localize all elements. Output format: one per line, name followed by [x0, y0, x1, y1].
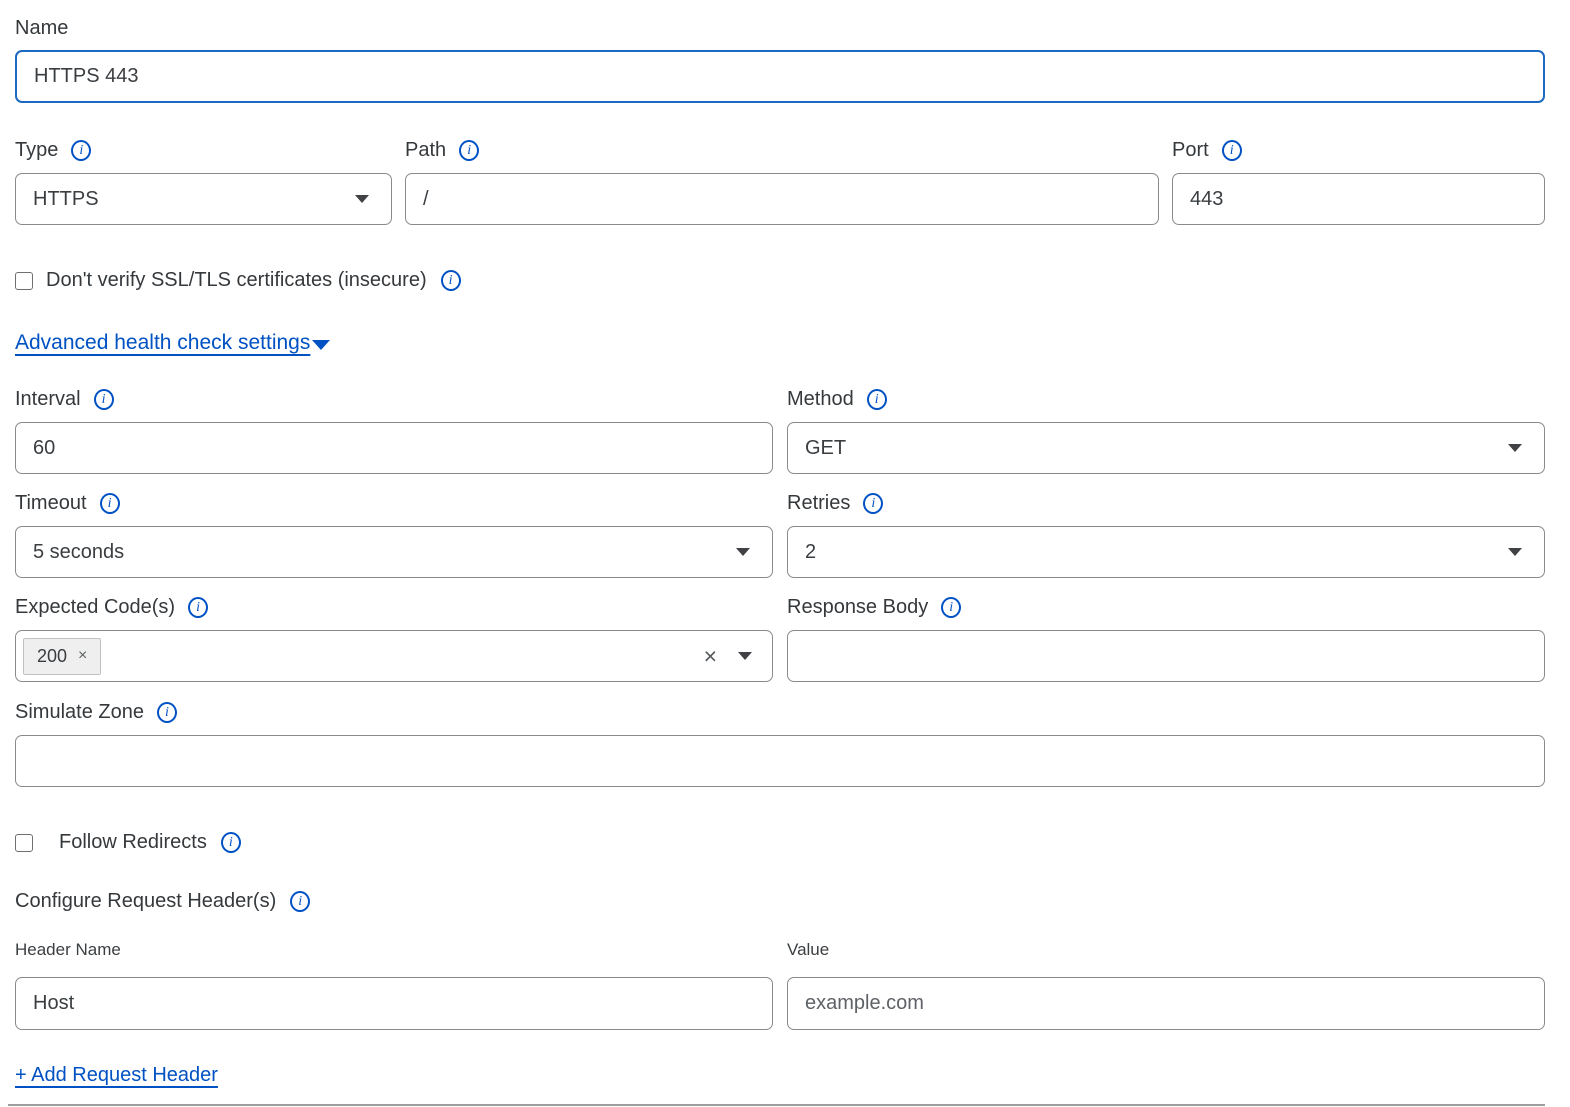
response-body-info-icon[interactable]: i	[941, 597, 961, 618]
retries-label: Retries	[787, 492, 850, 515]
chevron-down-icon	[355, 195, 369, 203]
simulate-zone-input[interactable]	[15, 735, 1545, 787]
interval-field: Interval i	[15, 388, 773, 474]
type-field: Type i HTTPS	[15, 139, 392, 225]
method-field: Method i GET	[787, 388, 1545, 474]
retries-select[interactable]: 2	[787, 526, 1545, 578]
expected-codes-multiselect[interactable]: 200 × ×	[15, 630, 773, 682]
expected-codes-field: Expected Code(s) i 200 × ×	[15, 596, 773, 682]
timeout-label: Timeout	[15, 492, 87, 515]
add-request-header-link[interactable]: + Add Request Header	[15, 1064, 218, 1086]
path-info-icon[interactable]: i	[459, 140, 479, 161]
verify-ssl-label: Don't verify SSL/TLS certificates (insec…	[46, 269, 427, 292]
configure-headers-label: Configure Request Header(s)	[15, 890, 276, 913]
path-field: Path i	[405, 139, 1159, 225]
type-select-value: HTTPS	[33, 188, 99, 211]
chevron-down-icon[interactable]	[738, 652, 752, 660]
advanced-settings-link[interactable]: Advanced health check settings	[15, 331, 310, 355]
simulate-zone-field: Simulate Zone i	[15, 701, 1545, 787]
chevron-down-icon	[736, 548, 750, 556]
timeout-select[interactable]: 5 seconds	[15, 526, 773, 578]
simulate-zone-label: Simulate Zone	[15, 701, 144, 724]
follow-redirects-checkbox[interactable]	[15, 834, 33, 852]
header-value-field: Value	[787, 940, 1545, 1030]
retries-select-value: 2	[805, 541, 816, 564]
method-select[interactable]: GET	[787, 422, 1545, 474]
name-label: Name	[15, 17, 68, 40]
response-body-field: Response Body i	[787, 596, 1545, 682]
header-name-input[interactable]	[15, 977, 773, 1030]
follow-redirects-row: Follow Redirects i	[15, 831, 1545, 854]
timeout-select-value: 5 seconds	[33, 541, 124, 564]
health-check-form: Name Type i HTTPS Path i Port i	[15, 0, 1545, 1106]
type-info-icon[interactable]: i	[71, 140, 91, 161]
method-info-icon[interactable]: i	[867, 389, 887, 410]
type-select[interactable]: HTTPS	[15, 173, 392, 225]
interval-label: Interval	[15, 388, 81, 411]
triangle-down-icon	[312, 340, 330, 350]
port-field: Port i	[1172, 139, 1545, 225]
type-label: Type	[15, 139, 58, 162]
header-value-input[interactable]	[787, 977, 1545, 1030]
retries-info-icon[interactable]: i	[863, 493, 883, 514]
section-divider	[8, 1104, 1545, 1106]
interval-info-icon[interactable]: i	[94, 389, 114, 410]
follow-redirects-info-icon[interactable]: i	[221, 832, 241, 853]
configure-headers-info-icon[interactable]: i	[290, 891, 310, 912]
verify-ssl-checkbox[interactable]	[15, 272, 33, 290]
path-label: Path	[405, 139, 446, 162]
response-body-input[interactable]	[787, 630, 1545, 682]
timeout-field: Timeout i 5 seconds	[15, 492, 773, 578]
method-select-value: GET	[805, 437, 846, 460]
method-label: Method	[787, 388, 854, 411]
follow-redirects-label: Follow Redirects	[59, 831, 207, 854]
name-input[interactable]	[15, 50, 1545, 103]
chevron-down-icon	[1508, 444, 1522, 452]
name-field: Name	[15, 17, 1545, 103]
path-input[interactable]	[405, 173, 1159, 225]
header-name-label: Header Name	[15, 940, 773, 960]
chevron-down-icon	[1508, 548, 1522, 556]
verify-ssl-row: Don't verify SSL/TLS certificates (insec…	[15, 269, 1545, 292]
code-tag: 200 ×	[23, 638, 101, 675]
response-body-label: Response Body	[787, 596, 928, 619]
header-name-field: Header Name	[15, 940, 773, 1030]
header-value-label: Value	[787, 940, 1545, 960]
expected-codes-label: Expected Code(s)	[15, 596, 175, 619]
port-info-icon[interactable]: i	[1222, 140, 1242, 161]
port-label: Port	[1172, 139, 1209, 162]
retries-field: Retries i 2	[787, 492, 1545, 578]
advanced-settings-row: Advanced health check settings	[15, 331, 1545, 355]
code-tag-value: 200	[37, 646, 67, 667]
verify-ssl-info-icon[interactable]: i	[441, 270, 461, 291]
configure-headers-row: Configure Request Header(s) i	[15, 890, 1545, 913]
add-header-row: + Add Request Header	[15, 1064, 1545, 1087]
port-input[interactable]	[1172, 173, 1545, 225]
interval-input[interactable]	[15, 422, 773, 474]
clear-all-icon[interactable]: ×	[704, 645, 717, 668]
simulate-zone-info-icon[interactable]: i	[157, 702, 177, 723]
timeout-info-icon[interactable]: i	[100, 493, 120, 514]
expected-codes-info-icon[interactable]: i	[188, 597, 208, 618]
tag-remove-icon[interactable]: ×	[78, 648, 87, 664]
